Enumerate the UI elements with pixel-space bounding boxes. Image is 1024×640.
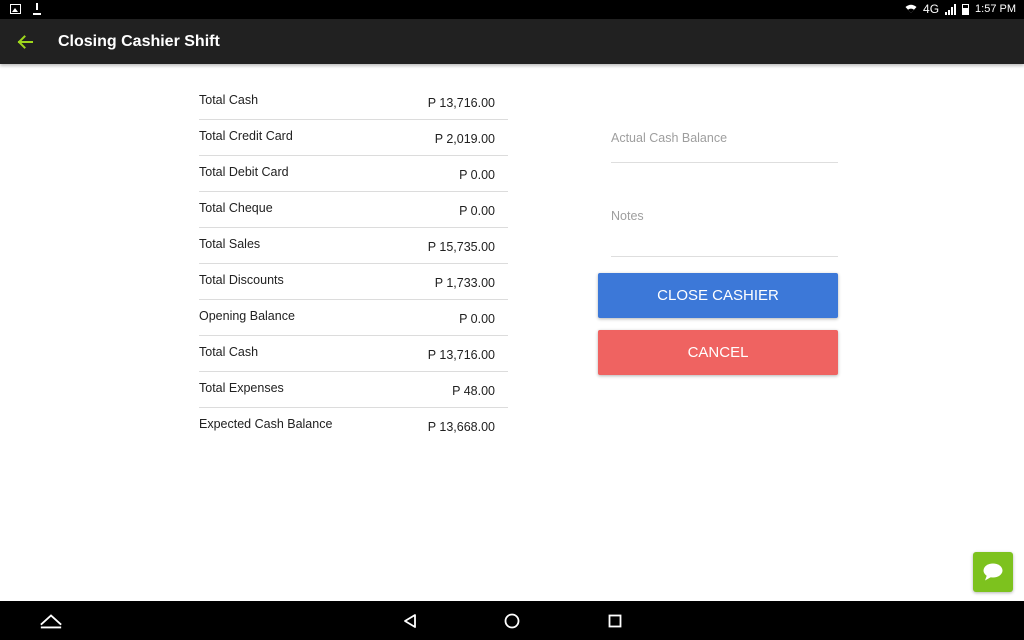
summary-row-total-cash: Total Cash P 13,716.00 — [199, 84, 508, 120]
summary-row-total-credit-card: Total Credit Card P 2,019.00 — [199, 120, 508, 156]
status-bar: 4G 1:57 PM — [0, 0, 1024, 19]
battery-icon — [962, 3, 970, 15]
close-cashier-button[interactable]: CLOSE CASHIER — [598, 273, 838, 318]
nav-up-button[interactable] — [39, 609, 63, 633]
summary-label: Total Cash — [199, 93, 259, 107]
nav-recent-icon — [608, 614, 622, 628]
notes-field[interactable] — [611, 206, 838, 257]
summary-value: P 13,668.00 — [427, 420, 495, 434]
summary-row-total-sales: Total Sales P 15,735.00 — [199, 228, 508, 264]
nav-home-icon — [504, 613, 520, 629]
arrow-left-icon — [17, 35, 33, 49]
chat-button[interactable] — [973, 552, 1013, 592]
summary-value: P 0.00 — [459, 312, 495, 326]
summary-label: Expected Cash Balance — [199, 417, 333, 431]
nav-home-button[interactable] — [500, 609, 524, 633]
cancel-button[interactable]: CANCEL — [598, 330, 838, 375]
summary-value: P 0.00 — [459, 204, 495, 218]
wifi-icon — [905, 4, 917, 13]
summary-row-expected-cash-balance: Expected Cash Balance P 13,668.00 — [199, 408, 508, 444]
shift-summary-list: Total Cash P 13,716.00 Total Credit Card… — [199, 84, 508, 444]
summary-value: P 13,716.00 — [427, 96, 495, 110]
network-type: 4G — [923, 2, 940, 16]
summary-value: P 48.00 — [452, 384, 495, 398]
summary-value: P 2,019.00 — [434, 132, 495, 146]
summary-row-total-expenses: Total Expenses P 48.00 — [199, 372, 508, 408]
nav-back-icon — [404, 614, 416, 628]
summary-label: Total Cheque — [199, 201, 273, 215]
back-button[interactable] — [12, 29, 38, 55]
clock: 1:57 PM — [975, 3, 1016, 15]
actual-cash-balance-field[interactable] — [611, 128, 838, 163]
summary-label: Total Credit Card — [199, 129, 293, 143]
summary-label: Total Sales — [199, 237, 261, 251]
summary-value: P 13,716.00 — [427, 348, 495, 362]
nav-recent-button[interactable] — [603, 609, 627, 633]
summary-value: P 0.00 — [459, 168, 495, 182]
notes-input[interactable] — [611, 208, 838, 224]
summary-row-total-debit-card: Total Debit Card P 0.00 — [199, 156, 508, 192]
summary-row-total-cash-2: Total Cash P 13,716.00 — [199, 336, 508, 372]
system-nav-bar — [0, 601, 1024, 640]
summary-label: Total Expenses — [199, 381, 284, 395]
chevron-up-icon — [40, 614, 62, 629]
app-bar: Closing Cashier Shift — [0, 19, 1024, 64]
summary-row-total-cheque: Total Cheque P 0.00 — [199, 192, 508, 228]
summary-value: P 15,735.00 — [427, 240, 495, 254]
summary-label: Total Discounts — [199, 273, 284, 287]
signal-icon — [945, 3, 957, 15]
nav-back-button[interactable] — [398, 609, 422, 633]
image-icon — [10, 4, 21, 14]
summary-label: Total Cash — [199, 345, 259, 359]
summary-row-opening-balance: Opening Balance P 0.00 — [199, 300, 508, 336]
chat-bubble-icon — [983, 563, 1003, 581]
summary-label: Opening Balance — [199, 309, 295, 323]
page-title: Closing Cashier Shift — [58, 33, 220, 50]
summary-row-total-discounts: Total Discounts P 1,733.00 — [199, 264, 508, 300]
actual-cash-balance-input[interactable] — [611, 130, 838, 146]
summary-value: P 1,733.00 — [434, 276, 495, 290]
summary-label: Total Debit Card — [199, 165, 289, 179]
download-icon — [33, 3, 41, 15]
